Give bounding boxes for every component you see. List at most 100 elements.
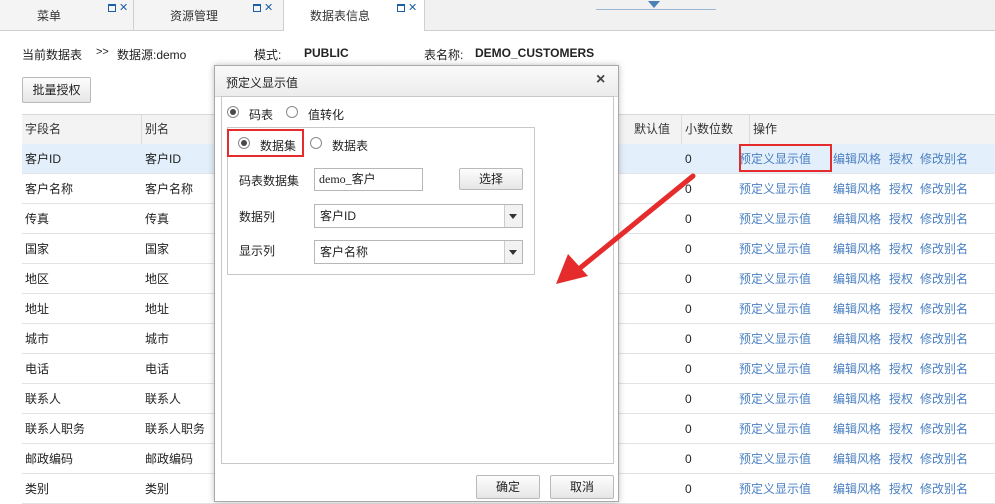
current-table-label: 当前数据表	[22, 48, 83, 62]
radio-value-convert[interactable]	[286, 106, 298, 118]
radio-datatable-label[interactable]: 数据表	[332, 137, 368, 154]
action-predefine-link[interactable]: 预定义显示值	[739, 444, 811, 474]
action-edit-style-link[interactable]: 编辑风格	[833, 264, 881, 294]
action-authorize-link[interactable]: 授权	[889, 444, 913, 474]
table-name-label: 表名称:	[424, 48, 464, 62]
choose-button[interactable]: 选择	[459, 168, 523, 190]
action-edit-style-link[interactable]: 编辑风格	[833, 204, 881, 234]
action-rename-link[interactable]: 修改别名	[920, 204, 968, 234]
action-authorize-link[interactable]: 授权	[889, 474, 913, 504]
tab-controls: ✕	[253, 2, 273, 14]
header-default[interactable]: 默认值	[631, 115, 682, 144]
cell-field: 电话	[25, 362, 50, 376]
cell-field: 客户名称	[25, 182, 74, 196]
data-column-label: 数据列	[239, 210, 276, 224]
action-predefine-link[interactable]: 预定义显示值	[739, 474, 811, 504]
chevron-down-icon[interactable]	[504, 241, 522, 263]
close-icon[interactable]: ✕	[408, 2, 417, 14]
radio-value-convert-label[interactable]: 值转化	[308, 106, 344, 123]
maximize-icon[interactable]	[253, 4, 261, 13]
close-icon[interactable]: ✕	[264, 2, 273, 14]
action-authorize-link[interactable]: 授权	[889, 324, 913, 354]
action-edit-style-link[interactable]: 编辑风格	[833, 144, 881, 174]
close-icon[interactable]: ×	[596, 71, 605, 89]
tab-resource[interactable]: 资源管理 ✕	[134, 0, 284, 30]
action-rename-link[interactable]: 修改别名	[920, 414, 968, 444]
action-edit-style-link[interactable]: 编辑风格	[833, 294, 881, 324]
radio-code-table-label[interactable]: 码表	[249, 106, 273, 123]
action-predefine-link[interactable]: 预定义显示值	[739, 384, 811, 414]
action-authorize-link[interactable]: 授权	[889, 234, 913, 264]
action-predefine-link[interactable]: 预定义显示值	[739, 204, 811, 234]
collapse-arrow-icon[interactable]	[648, 1, 660, 8]
action-rename-link[interactable]: 修改别名	[920, 384, 968, 414]
action-authorize-link[interactable]: 授权	[889, 264, 913, 294]
action-authorize-link[interactable]: 授权	[889, 414, 913, 444]
action-predefine-link[interactable]: 预定义显示值	[739, 294, 811, 324]
action-predefine-link[interactable]: 预定义显示值	[739, 264, 811, 294]
cell-field: 联系人职务	[25, 422, 86, 436]
tab-table-info[interactable]: 数据表信息 ✕	[284, 0, 425, 31]
tab-menu[interactable]: 菜单 ✕	[0, 0, 134, 30]
radio-dataset-label[interactable]: 数据集	[260, 137, 296, 154]
action-predefine-link[interactable]: 预定义显示值	[739, 324, 811, 354]
action-rename-link[interactable]: 修改别名	[920, 324, 968, 354]
maximize-icon[interactable]	[397, 4, 405, 13]
cell-field: 客户ID	[25, 152, 62, 166]
action-authorize-link[interactable]: 授权	[889, 144, 913, 174]
dataset-label: 码表数据集	[239, 174, 300, 188]
action-edit-style-link[interactable]: 编辑风格	[833, 474, 881, 504]
tab-controls: ✕	[397, 2, 417, 14]
action-rename-link[interactable]: 修改别名	[920, 354, 968, 384]
chevron-down-icon[interactable]	[504, 205, 522, 227]
action-rename-link[interactable]: 修改别名	[920, 174, 968, 204]
action-rename-link[interactable]: 修改别名	[920, 294, 968, 324]
action-edit-style-link[interactable]: 编辑风格	[833, 414, 881, 444]
cell-field: 城市	[25, 332, 50, 346]
breadcrumb-separator: >>	[96, 46, 109, 58]
action-authorize-link[interactable]: 授权	[889, 204, 913, 234]
action-edit-style-link[interactable]: 编辑风格	[833, 444, 881, 474]
radio-code-table[interactable]	[227, 106, 239, 118]
display-column-value: 客户名称	[320, 245, 369, 259]
dialog-title: 预定义显示值	[226, 76, 299, 90]
data-column-select[interactable]: 客户ID	[314, 204, 523, 228]
action-authorize-link[interactable]: 授权	[889, 174, 913, 204]
header-decimals[interactable]: 小数位数	[682, 115, 750, 144]
action-rename-link[interactable]: 修改别名	[920, 234, 968, 264]
action-edit-style-link[interactable]: 编辑风格	[833, 324, 881, 354]
tab-controls: ✕	[108, 2, 128, 14]
action-predefine-link[interactable]: 预定义显示值	[739, 354, 811, 384]
dataset-input[interactable]: demo_客户	[314, 168, 423, 191]
action-authorize-link[interactable]: 授权	[889, 354, 913, 384]
action-edit-style-link[interactable]: 编辑风格	[833, 234, 881, 264]
action-rename-link[interactable]: 修改别名	[920, 444, 968, 474]
action-authorize-link[interactable]: 授权	[889, 294, 913, 324]
batch-authorize-button[interactable]: 批量授权	[22, 77, 91, 103]
datasource-text: 数据源:demo	[117, 48, 187, 62]
ok-button[interactable]: 确定	[476, 475, 540, 499]
action-edit-style-link[interactable]: 编辑风格	[833, 384, 881, 414]
radio-dataset[interactable]	[238, 137, 250, 149]
dialog-titlebar: 预定义显示值 ×	[215, 66, 618, 97]
action-predefine-link[interactable]: 预定义显示值	[739, 234, 811, 264]
action-authorize-link[interactable]: 授权	[889, 384, 913, 414]
maximize-icon[interactable]	[108, 4, 116, 13]
cell-field: 联系人	[25, 392, 62, 406]
annotation-arrow	[556, 173, 696, 284]
action-edit-style-link[interactable]: 编辑风格	[833, 354, 881, 384]
mode-label: 模式:	[254, 48, 282, 62]
header-field[interactable]: 字段名	[22, 115, 142, 144]
display-column-select[interactable]: 客户名称	[314, 240, 523, 264]
close-icon[interactable]: ✕	[119, 2, 128, 14]
cell-field: 类别	[25, 482, 50, 496]
action-rename-link[interactable]: 修改别名	[920, 144, 968, 174]
action-edit-style-link[interactable]: 编辑风格	[833, 174, 881, 204]
action-predefine-link[interactable]: 预定义显示值	[739, 414, 811, 444]
action-rename-link[interactable]: 修改别名	[920, 474, 968, 504]
radio-datatable[interactable]	[310, 137, 322, 149]
action-rename-link[interactable]: 修改别名	[920, 264, 968, 294]
action-predefine-link[interactable]: 预定义显示值	[739, 174, 811, 204]
table-name-value: DEMO_CUSTOMERS	[475, 46, 595, 60]
cancel-button[interactable]: 取消	[550, 475, 614, 499]
